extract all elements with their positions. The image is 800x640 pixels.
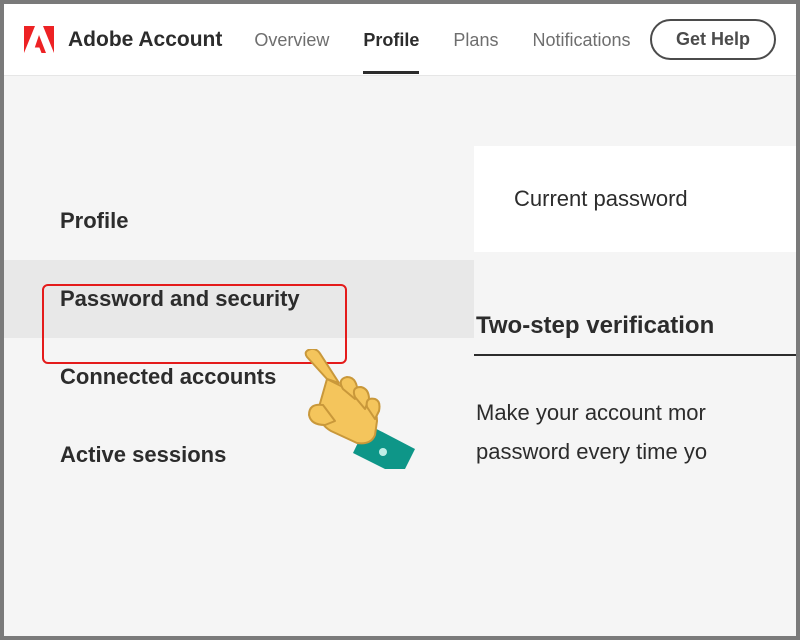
current-password-card: Current password [474,146,796,252]
top-nav: Adobe Account Overview Profile Plans Not… [4,4,796,76]
current-password-label: Current password [514,186,688,211]
adobe-logo-icon [24,26,54,54]
nav-overview[interactable]: Overview [254,6,329,73]
section-divider [474,354,796,356]
app-frame: Adobe Account Overview Profile Plans Not… [0,0,800,640]
sidebar-item-profile[interactable]: Profile [4,182,474,260]
sidebar-item-password-security[interactable]: Password and security [4,260,474,338]
main-content: Current password Two-step verification M… [474,76,796,636]
two-step-desc-line1: Make your account mor [476,394,796,433]
settings-sidebar: Profile Password and security Connected … [4,76,474,636]
two-step-desc-line2: password every time yo [476,433,796,472]
two-step-heading: Two-step verification [474,312,796,340]
get-help-button[interactable]: Get Help [650,19,776,60]
page-body: Profile Password and security Connected … [4,76,796,636]
sidebar-item-connected-accounts[interactable]: Connected accounts [4,338,474,416]
brand-title: Adobe Account [68,28,222,52]
nav-profile[interactable]: Profile [363,6,419,73]
nav-plans[interactable]: Plans [453,6,498,73]
two-step-description: Make your account mor password every tim… [474,394,796,471]
nav-notifications[interactable]: Notifications [532,6,630,73]
nav-links: Overview Profile Plans Notifications [254,6,650,73]
sidebar-item-active-sessions[interactable]: Active sessions [4,416,474,494]
